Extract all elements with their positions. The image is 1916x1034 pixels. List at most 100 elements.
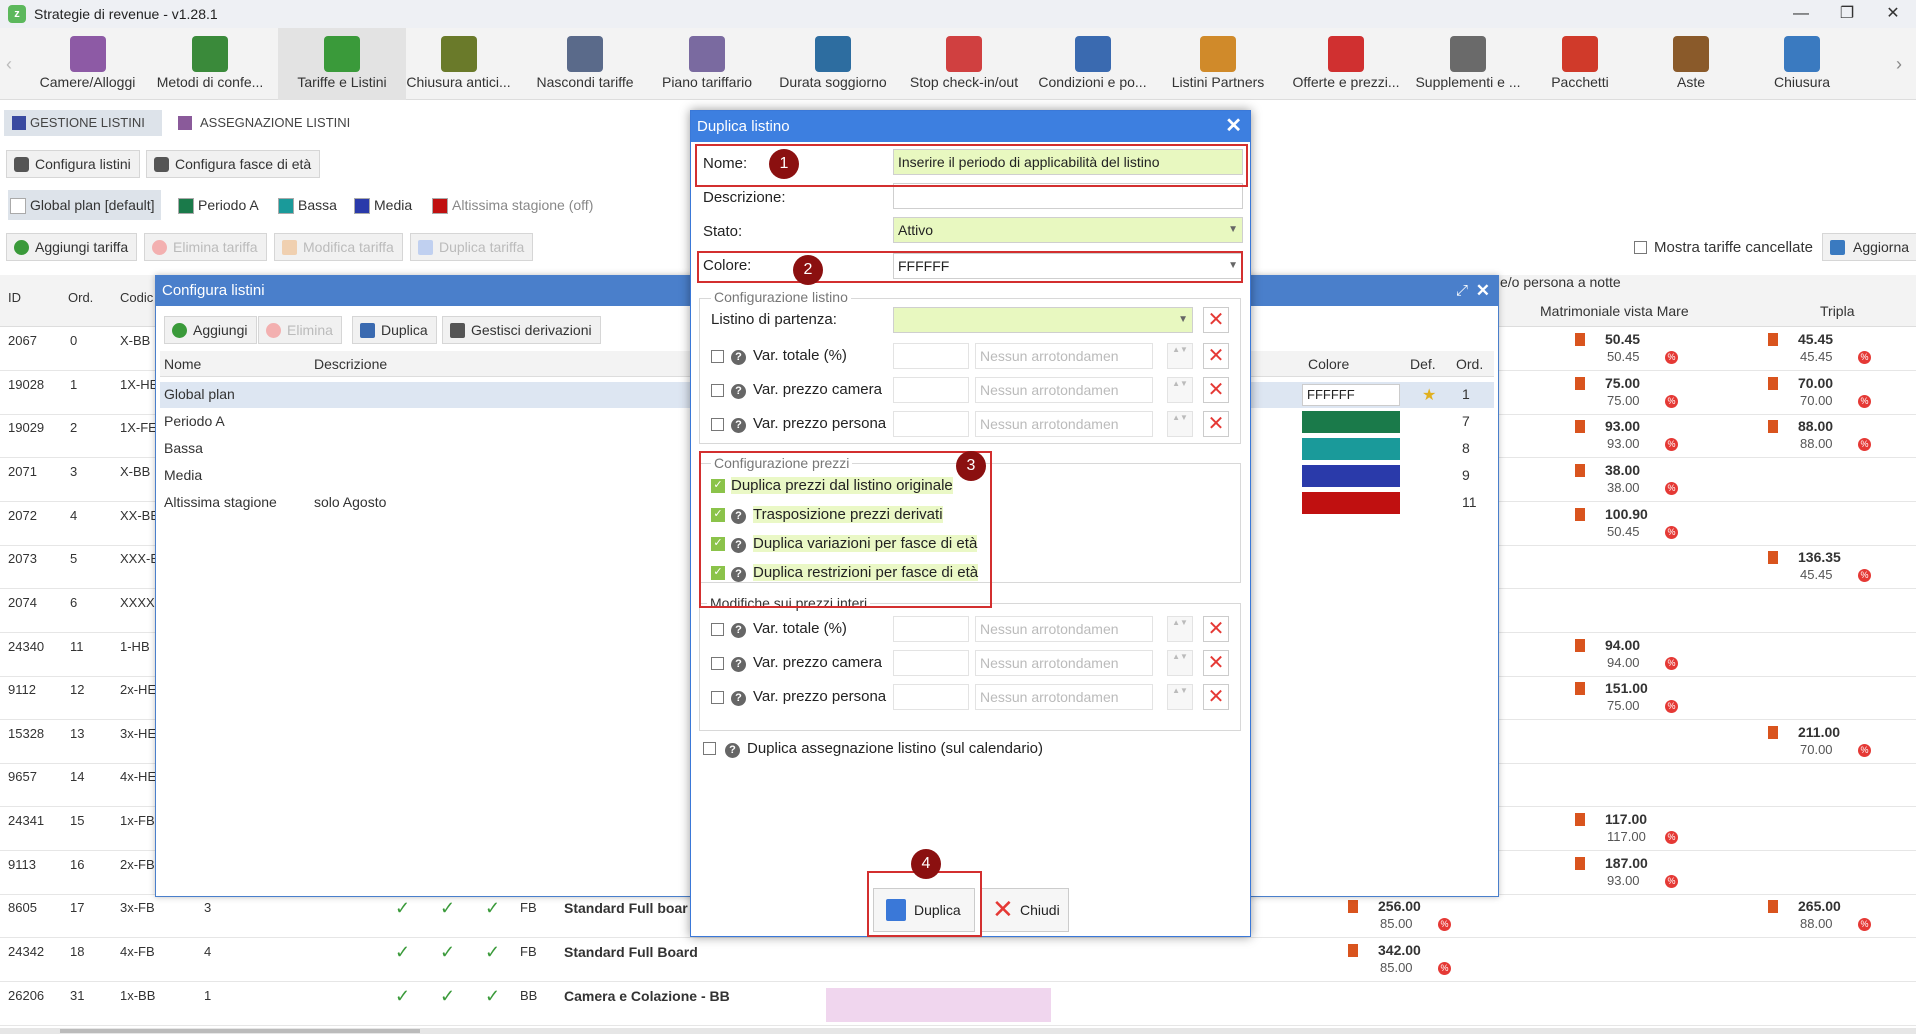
toolbar-item-0[interactable]: Camere/Alloggi xyxy=(30,28,145,100)
configura-fasce-button[interactable]: Configura fasce di età xyxy=(146,150,321,178)
chip-label-4: Altissima stagione (off) xyxy=(452,197,594,213)
listino-var_totale-checkbox[interactable] xyxy=(711,350,724,363)
toolbar-item-8[interactable]: Condizioni e po... xyxy=(1030,28,1155,100)
modifiche-stepper[interactable]: ▲▼ xyxy=(1167,650,1193,676)
toolbar-item-11[interactable]: Supplementi e ... xyxy=(1410,28,1526,100)
aggiungi-tariffa-button[interactable]: Aggiungi tariffa xyxy=(6,233,138,261)
configura-row-nome[interactable]: Altissima stagione xyxy=(164,494,277,510)
configura-row-nome[interactable]: Global plan xyxy=(164,386,235,402)
expand-icon[interactable]: ⤢ xyxy=(1456,276,1468,306)
col-id-header[interactable]: ID xyxy=(8,290,21,305)
listino-var_camera-rounding-select[interactable]: Nessun arrotondamen xyxy=(975,377,1153,403)
modifiche-var_persona-input[interactable] xyxy=(893,684,969,710)
listino-var_camera-input[interactable] xyxy=(893,377,969,403)
help-icon[interactable]: ? xyxy=(731,384,746,399)
modifiche-stepper[interactable]: ▲▼ xyxy=(1167,684,1193,710)
help-icon[interactable]: ? xyxy=(731,691,746,706)
help-icon[interactable]: ? xyxy=(731,350,746,365)
scroll-right-icon[interactable]: › xyxy=(1896,54,1902,75)
clear-partenza-icon[interactable]: ✕ xyxy=(1203,307,1229,333)
duplica-tariffa-button[interactable]: Duplica tariffa xyxy=(410,233,534,261)
chip-2[interactable]: Bassa xyxy=(276,190,337,220)
elimina-tariffa-button[interactable]: Elimina tariffa xyxy=(144,233,267,261)
modifiche-var_camera-rounding-select[interactable]: Nessun arrotondamen xyxy=(975,650,1153,676)
toolbar-item-13[interactable]: Aste xyxy=(1645,28,1737,100)
close-icon[interactable]: ✕ xyxy=(1870,0,1916,28)
configura-listini-button[interactable]: Configura listini xyxy=(6,150,140,178)
aggiorna-button[interactable]: Aggiorna xyxy=(1822,233,1916,261)
table-row[interactable] xyxy=(0,938,1916,982)
clear-icon[interactable]: ✕ xyxy=(1203,616,1229,642)
chip-1[interactable]: Periodo A xyxy=(176,190,259,220)
clear-icon[interactable]: ✕ xyxy=(1203,650,1229,676)
listino-var_persona-rounding-select[interactable]: Nessun arrotondamen xyxy=(975,411,1153,437)
toolbar-item-4[interactable]: Nascondi tariffe xyxy=(524,28,646,100)
listino-stepper[interactable]: ▲▼ xyxy=(1167,377,1193,403)
modifiche-var_totale-input[interactable] xyxy=(893,616,969,642)
star-icon[interactable]: ★ xyxy=(1422,385,1436,405)
help-icon[interactable]: ? xyxy=(725,743,740,758)
modifiche-var_persona-checkbox[interactable] xyxy=(711,691,724,704)
scrollbar-thumb[interactable] xyxy=(60,1029,420,1033)
configura-row-nome[interactable]: Periodo A xyxy=(164,413,225,429)
help-icon[interactable]: ? xyxy=(731,657,746,672)
help-icon[interactable]: ? xyxy=(731,623,746,638)
stato-select[interactable]: Attivo ▼ xyxy=(893,217,1243,243)
duplica-listino-button[interactable]: Duplica xyxy=(352,316,437,344)
chip-4[interactable]: Altissima stagione (off) xyxy=(430,190,593,220)
listino-var_persona-checkbox[interactable] xyxy=(711,418,724,431)
maximize-icon[interactable]: ❐ xyxy=(1824,0,1870,28)
listino-var_persona-input[interactable] xyxy=(893,411,969,437)
listino-partenza-select[interactable]: ▼ xyxy=(893,307,1193,333)
price-value: 265.00 xyxy=(1798,898,1841,914)
elimina-listino-button[interactable]: Elimina xyxy=(258,316,342,344)
configura-row-nome[interactable]: Bassa xyxy=(164,440,203,456)
aggiungi-listino-button[interactable]: Aggiungi xyxy=(164,316,257,344)
duplica-assegnazione-checkbox[interactable] xyxy=(703,742,716,755)
modifiche-var_totale-rounding-select[interactable]: Nessun arrotondamen xyxy=(975,616,1153,642)
chip-0[interactable]: Global plan [default] xyxy=(8,190,161,220)
toolbar-item-3[interactable]: Chiusura antici... xyxy=(395,28,522,100)
configura-row-nome[interactable]: Media xyxy=(164,467,202,483)
toolbar-item-14[interactable]: Chiusura xyxy=(1752,28,1852,100)
configura-color-select[interactable]: FFFFFF xyxy=(1302,384,1400,406)
clear-icon[interactable]: ✕ xyxy=(1203,377,1229,403)
modifiche-var_totale-checkbox[interactable] xyxy=(711,623,724,636)
listino-var_totale-input[interactable] xyxy=(893,343,969,369)
close-icon[interactable]: ✕ xyxy=(1225,111,1242,142)
listino-stepper[interactable]: ▲▼ xyxy=(1167,343,1193,369)
duplica-listino-dialog: Duplica listino ✕ Nome: Inserire il perio… xyxy=(690,110,1251,937)
minimize-icon[interactable]: — xyxy=(1778,0,1824,28)
toolbar-item-2[interactable]: Tariffe e Listini xyxy=(278,28,406,100)
modifiche-var_camera-checkbox[interactable] xyxy=(711,657,724,670)
listino-var_totale-rounding-select[interactable]: Nessun arrotondamen xyxy=(975,343,1153,369)
col-code-header[interactable]: Codic xyxy=(120,290,153,305)
row-type: FB xyxy=(520,944,537,959)
listino-stepper[interactable]: ▲▼ xyxy=(1167,411,1193,437)
chip-3[interactable]: Media xyxy=(352,190,412,220)
help-icon[interactable]: ? xyxy=(731,418,746,433)
close-icon[interactable]: ✕ xyxy=(1476,276,1490,306)
toolbar-item-9[interactable]: Listini Partners xyxy=(1155,28,1281,100)
toolbar-item-7[interactable]: Stop check-in/out xyxy=(900,28,1028,100)
toolbar-item-12[interactable]: Pacchetti xyxy=(1530,28,1630,100)
toolbar-item-10[interactable]: Offerte e prezzi... xyxy=(1285,28,1407,100)
modifica-tariffa-button[interactable]: Modifica tariffa xyxy=(274,233,403,261)
col-ord-header[interactable]: Ord. xyxy=(68,290,93,305)
gestisci-derivazioni-button[interactable]: Gestisci derivazioni xyxy=(442,316,601,344)
chiudi-button[interactable]: ✕ Chiudi xyxy=(981,888,1069,932)
clear-icon[interactable]: ✕ xyxy=(1203,411,1229,437)
toolbar-item-6[interactable]: Durata soggiorno xyxy=(770,28,896,100)
mostra-cancellate-checkbox[interactable] xyxy=(1634,241,1647,254)
clear-icon[interactable]: ✕ xyxy=(1203,684,1229,710)
modifiche-var_camera-input[interactable] xyxy=(893,650,969,676)
scroll-left-icon[interactable]: ‹ xyxy=(6,54,12,75)
clear-icon[interactable]: ✕ xyxy=(1203,343,1229,369)
modifiche-var_persona-rounding-select[interactable]: Nessun arrotondamen xyxy=(975,684,1153,710)
tab-assegnazione-listini[interactable]: ASSEGNAZIONE LISTINI xyxy=(174,110,374,136)
toolbar-item-1[interactable]: Metodi di confe... xyxy=(152,28,268,100)
tab-gestione-listini[interactable]: GESTIONE LISTINI xyxy=(4,110,162,136)
listino-var_camera-checkbox[interactable] xyxy=(711,384,724,397)
modifiche-stepper[interactable]: ▲▼ xyxy=(1167,616,1193,642)
toolbar-item-5[interactable]: Piano tariffario xyxy=(648,28,766,100)
